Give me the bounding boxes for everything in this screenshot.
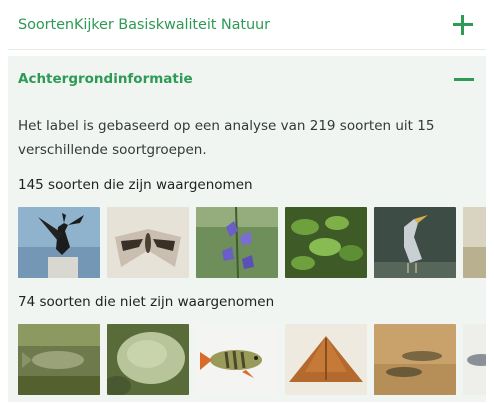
partial-fish-photo[interactable]	[463, 324, 486, 395]
perch-photo[interactable]	[196, 324, 278, 395]
lichen-photo[interactable]	[107, 324, 189, 395]
brown-moth-photo[interactable]	[285, 324, 367, 395]
observed-photo-row	[18, 207, 486, 278]
not-observed-label: 74 soorten die niet zijn waargenomen	[18, 294, 275, 310]
soortenkijker-title: SoortenKijker Basiskwaliteit Natuur	[18, 16, 270, 33]
achtergrond-header[interactable]: Achtergrondinformatie	[8, 56, 486, 102]
plus-icon[interactable]	[452, 14, 474, 36]
cormorant-photo[interactable]	[18, 207, 100, 278]
bellflower-photo[interactable]	[196, 207, 278, 278]
achtergrond-title: Achtergrondinformatie	[18, 71, 193, 87]
not-observed-photo-row	[18, 324, 486, 395]
heron-photo[interactable]	[374, 207, 456, 278]
fish-underwater-photo[interactable]	[18, 324, 100, 395]
plant-photo[interactable]	[285, 207, 367, 278]
achtergrond-panel: Achtergrondinformatie Het label is gebas…	[8, 56, 486, 402]
partial-photo[interactable]	[463, 207, 486, 278]
soortenkijker-header[interactable]: SoortenKijker Basiskwaliteit Natuur	[8, 0, 486, 50]
fish-sand-photo[interactable]	[374, 324, 456, 395]
minus-icon[interactable]	[454, 77, 474, 81]
description-text: Het label is gebaseerd op een analyse va…	[18, 118, 435, 158]
moth-photo[interactable]	[107, 207, 189, 278]
observed-label: 145 soorten die zijn waargenomen	[18, 177, 253, 193]
